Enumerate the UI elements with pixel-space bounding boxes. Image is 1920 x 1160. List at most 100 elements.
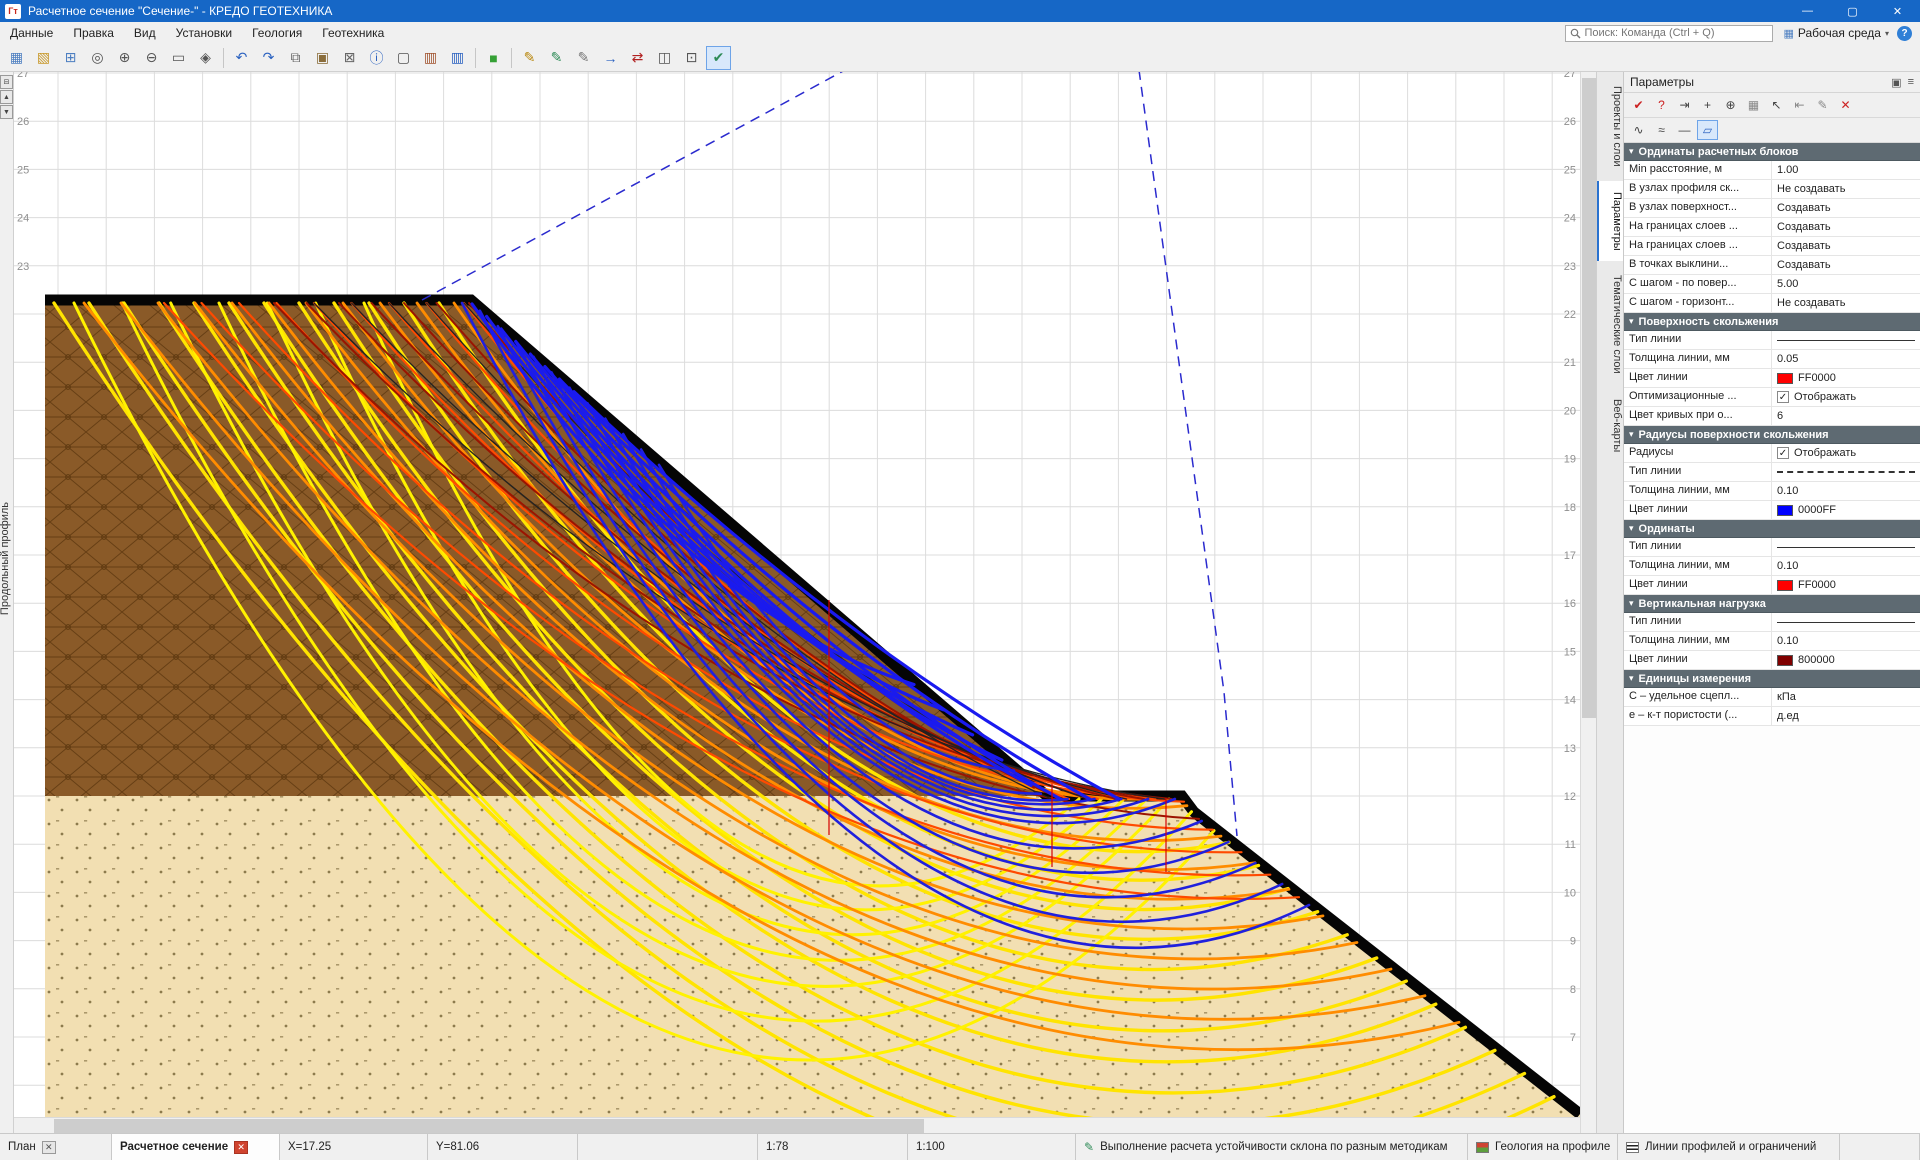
section-header[interactable]: ▾Поверхность скольжения	[1624, 313, 1920, 331]
add-window-icon[interactable]: ⊞	[58, 46, 83, 70]
checkbox[interactable]: ✓	[1777, 447, 1789, 459]
maximize-button[interactable]: ▢	[1830, 0, 1875, 22]
next-icon[interactable]: →	[598, 46, 623, 70]
green-layer-icon[interactable]: ■	[481, 46, 506, 70]
exchange-icon[interactable]: ⇄	[625, 46, 650, 70]
slope-stability-icon[interactable]: ✔	[706, 46, 731, 70]
property-value[interactable]: Не создавать	[1772, 294, 1920, 312]
property-value[interactable]: 0.10	[1772, 557, 1920, 575]
property-value[interactable]: 6	[1772, 407, 1920, 425]
help-button[interactable]: ?	[1897, 26, 1912, 41]
layer-edit-icon[interactable]: ✎	[517, 46, 542, 70]
pick-icon[interactable]: ↖	[1766, 95, 1787, 115]
property-value[interactable]: ✓Отображать	[1772, 444, 1920, 462]
property-value[interactable]	[1772, 538, 1920, 556]
property-value[interactable]: FF0000	[1772, 369, 1920, 387]
zoom-in-icon[interactable]: ⊕	[112, 46, 137, 70]
zoom-all-icon[interactable]: ◎	[85, 46, 110, 70]
minimize-button[interactable]: —	[1785, 0, 1830, 22]
close-red-icon[interactable]: ✕	[1835, 95, 1856, 115]
property-value[interactable]: кПа	[1772, 688, 1920, 706]
snap-icon[interactable]: ⇤	[1789, 95, 1810, 115]
line-mode-icon[interactable]: —	[1674, 120, 1695, 140]
property-value[interactable]: ✓Отображать	[1772, 388, 1920, 406]
property-value[interactable]: 0.10	[1772, 632, 1920, 650]
property-value[interactable]: Создавать	[1772, 199, 1920, 217]
checkbox[interactable]: ✓	[1777, 391, 1789, 403]
collapse-ruler-button[interactable]: ⊟	[0, 75, 13, 89]
open-icon[interactable]: ▧	[31, 46, 56, 70]
menu-вид[interactable]: Вид	[124, 22, 166, 44]
property-value[interactable]	[1772, 463, 1920, 481]
vertical-scrollbar[interactable]	[1580, 72, 1596, 1133]
property-value[interactable]: 1.00	[1772, 161, 1920, 179]
property-value[interactable]	[1772, 331, 1920, 349]
zoom-out-icon[interactable]: ⊖	[139, 46, 164, 70]
property-value[interactable]	[1772, 613, 1920, 631]
section-header[interactable]: ▾Радиусы поверхности скольжения	[1624, 426, 1920, 444]
menu-геология[interactable]: Геология	[242, 22, 312, 44]
scroll-up-button[interactable]: ▲	[0, 90, 13, 104]
edit-icon[interactable]: ✎	[1812, 95, 1833, 115]
panel-menu-icon[interactable]: ≡	[1908, 76, 1914, 89]
help-icon[interactable]: ?	[1651, 95, 1672, 115]
horizontal-scrollbar-thumb[interactable]	[54, 1119, 924, 1133]
copy-icon[interactable]: ⧉	[283, 46, 308, 70]
zoom-window-icon[interactable]: ▭	[166, 46, 191, 70]
property-value[interactable]: д.ед	[1772, 707, 1920, 725]
section-drawing-canvas[interactable]: 2726252423272625242322212019181716151413…	[14, 72, 1580, 1117]
color-swatch[interactable]	[1777, 505, 1793, 516]
info-icon[interactable]: ⓘ	[364, 46, 389, 70]
histogram-icon[interactable]: ▥	[418, 46, 443, 70]
window-tile-icon[interactable]: ◫	[652, 46, 677, 70]
paste-icon[interactable]: ▣	[310, 46, 335, 70]
vertical-scrollbar-thumb[interactable]	[1582, 78, 1596, 718]
window-new-icon[interactable]: ⊡	[679, 46, 704, 70]
property-value[interactable]: Создавать	[1772, 237, 1920, 255]
drawing-area[interactable]: 2726252423272625242322212019181716151413…	[14, 72, 1580, 1133]
add-icon[interactable]: +	[1697, 95, 1718, 115]
color-swatch[interactable]	[1777, 373, 1793, 384]
tab-параметры[interactable]: Параметры	[1597, 181, 1623, 262]
doc-tab-план[interactable]: План✕	[0, 1134, 112, 1160]
scroll-down-button[interactable]: ▼	[0, 105, 13, 119]
curve-mode-icon[interactable]: ∿	[1628, 120, 1649, 140]
select-frame-icon[interactable]: ▢	[391, 46, 416, 70]
color-swatch[interactable]	[1777, 655, 1793, 666]
close-button[interactable]: ✕	[1875, 0, 1920, 22]
tab-longitudinal-profile[interactable]: Продольный профиль	[0, 502, 14, 615]
section-header[interactable]: ▾Ординаты расчетных блоков	[1624, 143, 1920, 161]
waves-mode-icon[interactable]: ≈	[1651, 120, 1672, 140]
section-header[interactable]: ▾Вертикальная нагрузка	[1624, 595, 1920, 613]
menu-геотехника[interactable]: Геотехника	[312, 22, 394, 44]
color-swatch[interactable]	[1777, 580, 1793, 591]
property-value[interactable]: 0.10	[1772, 482, 1920, 500]
section-header[interactable]: ▾Единицы измерения	[1624, 670, 1920, 688]
section-header[interactable]: ▾Ординаты	[1624, 520, 1920, 538]
workspace-menu[interactable]: ▦ Рабочая среда ▾	[1783, 26, 1889, 40]
property-value[interactable]: 5.00	[1772, 275, 1920, 293]
histogram-blue-icon[interactable]: ▥	[445, 46, 470, 70]
layer-edit-gray-icon[interactable]: ✎	[571, 46, 596, 70]
search-input[interactable]	[1584, 27, 1768, 39]
pan-icon[interactable]: ◈	[193, 46, 218, 70]
tab-проекты-и-слои[interactable]: Проекты и слои	[1597, 75, 1623, 178]
horizontal-scrollbar[interactable]	[14, 1117, 1580, 1133]
undo-icon[interactable]: ↶	[229, 46, 254, 70]
property-value[interactable]: Создавать	[1772, 218, 1920, 236]
redo-icon[interactable]: ↷	[256, 46, 281, 70]
tab-веб-карты[interactable]: Веб-карты	[1597, 388, 1623, 463]
add-node-icon[interactable]: ⊕	[1720, 95, 1741, 115]
property-value[interactable]: Создавать	[1772, 256, 1920, 274]
apply-icon[interactable]: ✔	[1628, 95, 1649, 115]
diagram-icon[interactable]: ▦	[4, 46, 29, 70]
close-tab-icon[interactable]: ✕	[234, 1141, 248, 1154]
menu-данные[interactable]: Данные	[0, 22, 63, 44]
property-value[interactable]: 0.05	[1772, 350, 1920, 368]
close-tab-icon[interactable]: ✕	[42, 1141, 56, 1154]
property-value[interactable]: 800000	[1772, 651, 1920, 669]
grid-icon[interactable]: ▦	[1743, 95, 1764, 115]
layer-edit-green-icon[interactable]: ✎	[544, 46, 569, 70]
plane-mode-icon[interactable]: ▱	[1697, 120, 1718, 140]
property-value[interactable]: 0000FF	[1772, 501, 1920, 519]
